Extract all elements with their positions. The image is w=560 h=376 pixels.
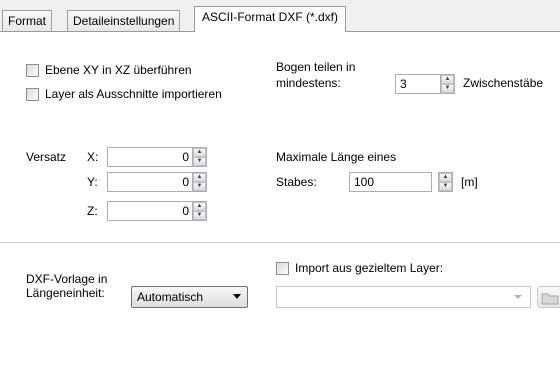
spin-up-icon[interactable]: ▲	[193, 202, 206, 211]
arc-division-label-line2: mindestens:	[276, 76, 341, 90]
offset-label: Versatz	[26, 150, 67, 164]
spin-down-icon[interactable]: ▼	[441, 84, 454, 93]
offset-x-spinner[interactable]: ▲ ▼	[192, 147, 207, 167]
layer-import-dropdown[interactable]	[276, 286, 531, 308]
separator	[0, 242, 560, 243]
arc-division-unit: Zwischenstäbe	[463, 76, 544, 90]
spin-up-icon[interactable]: ▲	[193, 173, 206, 182]
spin-down-icon[interactable]: ▼	[193, 157, 206, 166]
folder-icon	[541, 293, 559, 305]
spin-up-icon[interactable]: ▲	[193, 148, 206, 157]
spin-up-icon[interactable]: ▲	[441, 75, 454, 84]
dxf-template-label-line1: DXF-Vorlage in	[26, 272, 108, 286]
arc-division-label-line1: Bogen teilen in	[276, 60, 356, 74]
offset-x-label: X:	[87, 150, 99, 164]
chevron-down-icon	[233, 294, 241, 299]
arc-division-input[interactable]: 3	[395, 74, 441, 94]
chevron-down-icon	[514, 295, 522, 299]
offset-z-label: Z:	[87, 204, 98, 218]
layer-import-label: Import aus gezieltem Layer:	[295, 261, 444, 275]
spin-down-icon[interactable]: ▼	[193, 182, 206, 191]
layer-browse-button[interactable]	[537, 286, 560, 308]
offset-y-input[interactable]: 0	[107, 172, 193, 192]
max-length-input[interactable]: 100	[349, 172, 432, 192]
tab-format[interactable]: Format	[2, 10, 53, 31]
offset-y-label: Y:	[87, 175, 98, 189]
spin-down-icon[interactable]: ▼	[439, 182, 452, 191]
dxf-template-unit-value: Automatisch	[137, 290, 204, 304]
plane-xy-to-xz-label: Ebene XY in XZ überführen	[45, 63, 192, 77]
layer-import-checkbox[interactable]	[276, 262, 289, 275]
dxf-template-label-line2: Längeneinheit:	[26, 286, 105, 300]
offset-z-spinner[interactable]: ▲ ▼	[192, 201, 207, 221]
offset-x-input[interactable]: 0	[107, 147, 193, 167]
arc-division-spinner[interactable]: ▲ ▼	[440, 74, 455, 94]
dxf-template-unit-dropdown[interactable]: Automatisch	[131, 286, 248, 308]
max-length-label-line1: Maximale Länge eines	[276, 150, 397, 164]
tab-ascii-dxf[interactable]: ASCII-Format DXF (*.dxf)	[194, 6, 347, 32]
layers-as-cutouts-checkbox[interactable]	[26, 88, 39, 101]
tab-detaileinstellungen[interactable]: Detaileinstellungen	[67, 10, 181, 31]
offset-z-input[interactable]: 0	[107, 201, 193, 221]
spin-down-icon[interactable]: ▼	[193, 211, 206, 220]
max-length-unit: [m]	[461, 175, 478, 189]
max-length-label-line2: Stabes:	[276, 175, 317, 189]
max-length-spinner[interactable]: ▲ ▼	[438, 172, 453, 192]
offset-y-spinner[interactable]: ▲ ▼	[192, 172, 207, 192]
plane-xy-to-xz-checkbox[interactable]	[26, 64, 39, 77]
layers-as-cutouts-label: Layer als Ausschnitte importieren	[45, 87, 222, 101]
tab-panel: Ebene XY in XZ überführen Layer als Auss…	[0, 31, 560, 376]
spin-up-icon[interactable]: ▲	[439, 173, 452, 182]
